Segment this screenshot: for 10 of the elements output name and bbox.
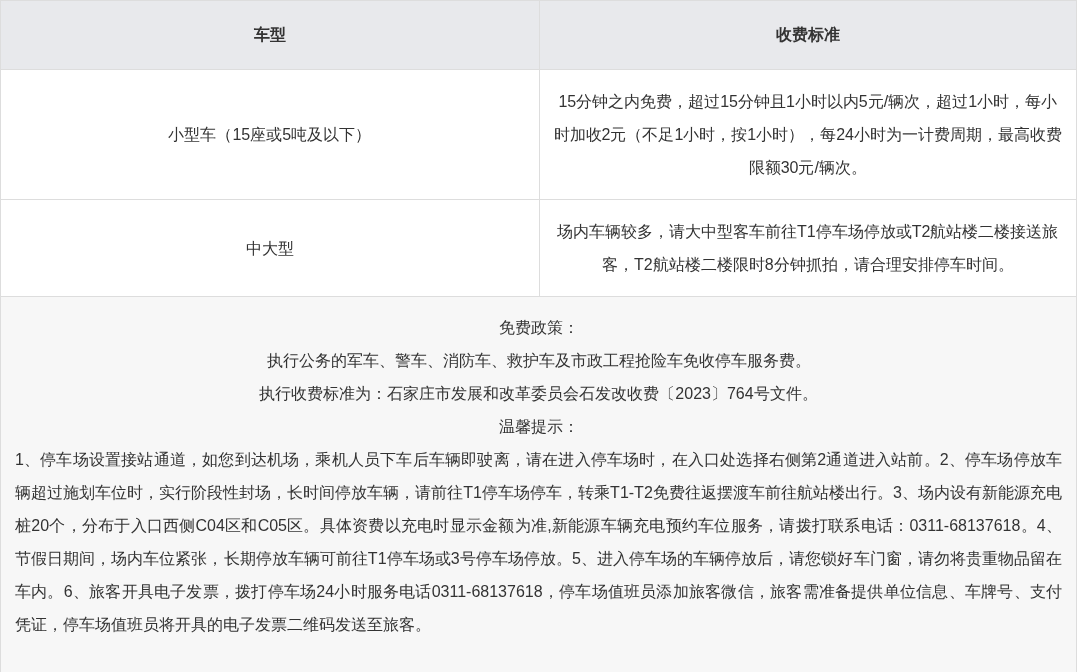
column-header: 车型 bbox=[253, 25, 286, 45]
note-line: 温馨提示： bbox=[497, 417, 580, 437]
note-line: 执行公务的军车、警车、消防车、救护车及市政工程抢险车免收停车服务费。 bbox=[265, 351, 812, 371]
table-cell: 15分钟之内免费，超过15分钟且1小时以内5元/辆次，超过1小时，每小时加收2元（不足1小时，按1小时），每24小时为一计费周期，最高收费限额30元/辆次。 bbox=[538, 70, 1076, 199]
notice-paragraph: 1、停车场设置接站通道，如您到达机场，乘机人员下车后车辆即驶离，请在进入停车场时，在入口处选择右侧第2通道进入站前。2、停车场停放车辆超过施划车位时，实行阶段性封场，长时间停放车辆，请前往T1停车场停车，转乘T1-T2免费往返摆渡车前往航站楼出行。3、场内设有新能源充电桩20个，分布于入口西侧C04区和C05区。具体资费以充电时显示金额为准,新能源车辆充电预约车位服务，请拨打联系电话：0311-68137618。4、节假日期间，场内车位紧张，长期停放车辆可前往T1停车场或3号停车场停放。5、进入停车场的车辆停放后，请您锁好车门窗，请勿将贵重物品留在车内。6、旅客开具电子发票，拨打停车场24小时服务电话0311-68137618，停车场值班员添加旅客微信，旅客需准备提供单位信息、车牌号、支付凭证，停车场值班员将开具的电子发票二维码发送至旅客。 bbox=[15, 450, 1062, 635]
column-header: 收费标准 bbox=[775, 25, 840, 45]
table-cell-text: 小型车（15座或5吨及以下） bbox=[167, 125, 373, 145]
table-cell-text: 中大型 bbox=[244, 238, 295, 259]
note-line: 执行收费标准为：石家庄市发展和改革委员会石发改收费〔2023〕764号文件。 bbox=[258, 384, 819, 404]
note-line: 免费政策： bbox=[497, 318, 580, 338]
